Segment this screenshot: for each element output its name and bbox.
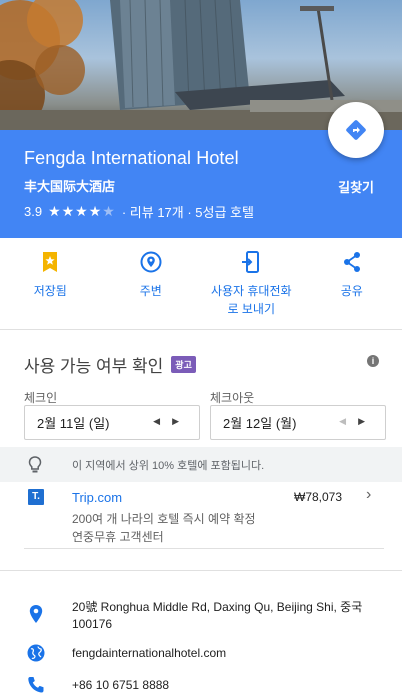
checkout-label: 체크아웃: [210, 391, 255, 405]
location-pin-icon: [29, 605, 43, 623]
directions-label[interactable]: 길찾기: [338, 177, 374, 196]
nearby-button[interactable]: 주변: [101, 238, 202, 329]
section-divider: [0, 570, 402, 571]
ad-badge: 광고: [171, 356, 196, 373]
send-to-phone-label: 사용자 휴대전화 로 보내기: [210, 284, 292, 316]
share-icon: [343, 252, 360, 272]
hint-banner: 이 지역에서 상위 10% 호텔에 포함됩니다.: [0, 447, 402, 482]
hint-text: 이 지역에서 상위 10% 호텔에 포함됩니다.: [72, 459, 265, 472]
reviews-summary[interactable]: · 리뷰 17개 · 5성급 호텔: [122, 202, 254, 221]
availability-title-text: 사용 가능 여부 확인: [24, 357, 164, 376]
phone-number[interactable]: +86 10 6751 8888: [72, 677, 169, 694]
directions-icon: [346, 120, 366, 140]
send-to-phone-button[interactable]: 사용자 휴대전화 로 보내기: [201, 238, 302, 329]
offer-line-2: 연중무휴 고객센터: [72, 530, 164, 544]
rating-stars: ★★★★★: [48, 203, 116, 219]
chevron-right-icon[interactable]: ›: [366, 486, 371, 504]
nearby-pin-icon: [140, 251, 162, 273]
rating-value: 3.9: [24, 204, 43, 219]
checkin-date-field[interactable]: 2월 11일 (일) ◀▶: [24, 405, 200, 440]
nearby-label: 주변: [139, 284, 162, 298]
prev-arrow-icon: ◀: [339, 416, 359, 426]
share-button[interactable]: 공유: [302, 238, 402, 329]
rating-row[interactable]: 3.9 ★★★★★ · 리뷰 17개 · 5성급 호텔: [24, 202, 254, 221]
next-arrow-icon: ▶: [358, 416, 377, 426]
checkin-value: 2월 11일 (일): [37, 416, 110, 431]
bookmark-star-icon: [43, 252, 58, 272]
prev-arrow-icon: ◀: [153, 416, 173, 426]
checkin-arrows[interactable]: ◀▶: [153, 416, 191, 427]
save-button[interactable]: 저장됨: [0, 238, 101, 329]
availability-title: 사용 가능 여부 확인 광고: [24, 352, 196, 377]
address-text[interactable]: 20號 Ronghua Middle Rd, Daxing Qu, Beijin…: [72, 599, 382, 633]
hotel-name: Fengda International Hotel: [24, 148, 239, 168]
next-arrow-icon: ▶: [172, 416, 191, 426]
lightbulb-icon: [28, 456, 42, 473]
provider-name[interactable]: Trip.com: [72, 490, 122, 505]
directions-button[interactable]: [328, 102, 384, 158]
provider-price[interactable]: ₩78,073: [294, 490, 342, 504]
checkout-value: 2월 12일 (월): [223, 416, 297, 431]
checkout-arrows[interactable]: ◀▶: [339, 416, 377, 427]
phone-icon: [28, 677, 44, 693]
website-link[interactable]: fengdainternationalhotel.com: [72, 645, 226, 662]
send-to-phone-icon: [242, 251, 260, 273]
share-label: 공유: [340, 284, 363, 298]
globe-icon: [27, 644, 45, 662]
offer-divider: [24, 548, 384, 549]
info-icon[interactable]: i: [367, 355, 379, 367]
checkout-date-field[interactable]: 2월 12일 (월) ◀▶: [210, 405, 386, 440]
action-bar: 저장됨 주변 사용자 휴대전화 로 보내기 공유: [0, 238, 402, 330]
provider-logo: T.: [28, 489, 44, 505]
checkin-label: 체크인: [24, 391, 58, 405]
save-label: 저장됨: [33, 284, 67, 298]
hotel-native-name: 丰大国际大酒店: [24, 179, 116, 194]
offer-line-1: 200여 개 나라의 호텔 즉시 예약 확정: [72, 512, 256, 526]
